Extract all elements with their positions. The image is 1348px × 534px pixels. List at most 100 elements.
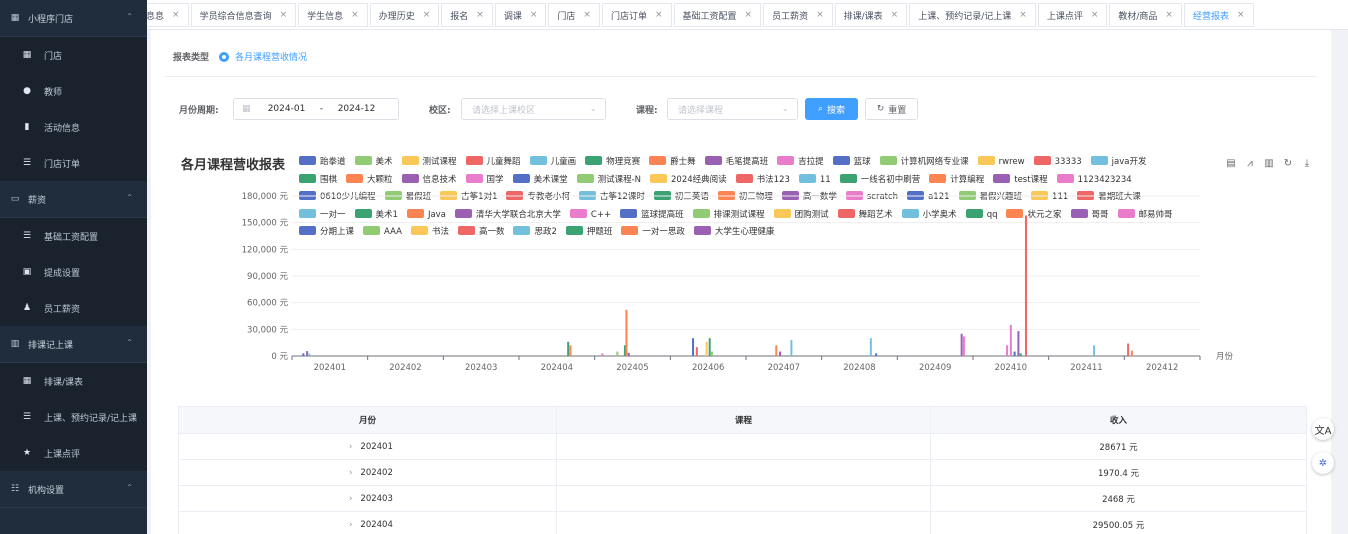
legend-item[interactable]: 儿童舞蹈 xyxy=(465,154,521,172)
month-cell[interactable]: › 202404 xyxy=(178,511,557,534)
sidebar-item-1[interactable]: ▦ 门店 xyxy=(0,37,147,73)
month-value: 202404 xyxy=(360,519,393,530)
close-icon[interactable]: × xyxy=(745,10,753,20)
close-icon[interactable]: × xyxy=(891,10,899,20)
close-icon[interactable]: × xyxy=(351,10,359,20)
legend-item[interactable]: java开发 xyxy=(1090,154,1146,172)
period-range-picker[interactable]: ▦ 2024-01 - 2024-12 xyxy=(233,98,399,120)
campus-select[interactable]: 请选择上课校区 ⌄ xyxy=(461,98,606,120)
month-cell[interactable]: › 202401 xyxy=(178,433,557,460)
chevron-right-icon[interactable]: › xyxy=(349,442,352,452)
course-cell xyxy=(556,459,931,486)
report-type-radio[interactable] xyxy=(219,51,230,62)
sidebar-group-9[interactable]: ▥ 排课记上课 ⌃ xyxy=(0,326,147,363)
tab-7[interactable]: 门店订单 × xyxy=(601,3,672,27)
sidebar-item-12[interactable]: ★ 上课点评 xyxy=(0,435,147,471)
download-icon[interactable]: ⤓ xyxy=(1301,157,1313,169)
period-start[interactable]: 2024-01 xyxy=(261,104,313,114)
tab-2[interactable]: 学生信息 × xyxy=(298,3,368,27)
legend-item[interactable]: 测试课程 xyxy=(401,154,457,172)
tab-5[interactable]: 调课 × xyxy=(494,3,547,27)
legend-item[interactable]: 毛笔提高班 xyxy=(704,154,768,172)
sidebar-item-8[interactable]: ♟ 员工薪资 xyxy=(0,290,147,326)
reset-button-label: 重置 xyxy=(888,105,907,116)
tab-label: 息息 xyxy=(147,11,165,22)
line-chart-icon[interactable]: ⩘ xyxy=(1244,157,1256,169)
search-button[interactable]: ⌕ 搜索 xyxy=(805,98,858,120)
legend-item[interactable]: 计算机网络专业课 xyxy=(879,154,969,172)
close-icon[interactable]: × xyxy=(280,10,288,20)
close-icon[interactable]: × xyxy=(655,10,663,20)
legend-item[interactable]: 跆拳道 xyxy=(299,154,346,172)
chevron-right-icon[interactable]: › xyxy=(349,494,352,504)
network-icon: ✲ xyxy=(1318,457,1328,469)
data-view-icon[interactable]: ▤ xyxy=(1225,157,1237,169)
tab-1[interactable]: 学员综合信息查询 × xyxy=(190,3,297,27)
period-end[interactable]: 2024-12 xyxy=(331,104,383,114)
reset-button[interactable]: ↻ 重置 xyxy=(865,98,918,120)
tab-11[interactable]: 上课、预约记录/记上课 × xyxy=(909,3,1036,27)
tab-9[interactable]: 员工薪资 × xyxy=(763,3,833,27)
tab-0[interactable]: 息息 × xyxy=(147,3,189,27)
sidebar-group-0[interactable]: ▦ 小程序门店 ⌃ xyxy=(0,0,147,37)
close-icon[interactable]: × xyxy=(1237,10,1245,20)
tab-label: 调课 xyxy=(503,11,522,22)
legend-item[interactable]: 吉拉提 xyxy=(777,154,824,172)
tab-label: 排课/课表 xyxy=(843,11,883,22)
table-row[interactable]: › 202404 29500.05 元 xyxy=(178,511,1307,534)
sidebar-item-3[interactable]: ▮ 活动信息 xyxy=(0,109,147,145)
calendar-icon: ▥ xyxy=(10,339,20,349)
month-cell[interactable]: › 202402 xyxy=(178,459,557,486)
legend-item[interactable]: rwrew xyxy=(977,154,1025,172)
sidebar-item-11[interactable]: ☰ 上课、预约记录/记上课 xyxy=(0,399,147,435)
legend-item[interactable]: 篮球 xyxy=(832,154,871,172)
tab-12[interactable]: 上课点评 × xyxy=(1037,3,1108,27)
legend-item[interactable]: 33333 xyxy=(1033,154,1082,172)
tab-4[interactable]: 报名 × xyxy=(441,3,493,27)
sidebar-item-2[interactable]: ● 教师 xyxy=(0,73,147,109)
search-button-label: 搜索 xyxy=(827,105,846,116)
sidebar-item-6[interactable]: ☰ 基础工资配置 xyxy=(0,218,147,254)
sidebar-item-4[interactable]: ☰ 门店订单 xyxy=(0,145,147,181)
month-cell[interactable]: › 202403 xyxy=(178,485,557,512)
course-select[interactable]: 请选择课程 ⌄ xyxy=(667,98,798,120)
legend-item[interactable]: 物理竞赛 xyxy=(585,154,640,172)
chevron-right-icon[interactable]: › xyxy=(349,520,352,530)
legend-item[interactable]: 爵士舞 xyxy=(649,154,696,172)
sidebar-item-10[interactable]: ▦ 排课/课表 xyxy=(0,363,147,399)
tab-8[interactable]: 基础工资配置 × xyxy=(673,3,762,27)
revenue-chart: 0 元 30,000 元 60,000 元 90,000 元 120,000 元 150,… xyxy=(242,192,1234,373)
close-icon[interactable]: × xyxy=(1165,10,1173,20)
close-icon[interactable]: × xyxy=(1091,10,1099,20)
legend-item[interactable]: 儿童画 xyxy=(529,154,576,172)
chart-bar xyxy=(567,341,570,356)
close-icon[interactable]: × xyxy=(172,10,180,20)
sidebar-item-7[interactable]: ▣ 提成设置 xyxy=(0,254,147,290)
report-type-option[interactable]: 各月课程营收情况 xyxy=(235,50,307,63)
tab-label: 经营报表 xyxy=(1192,11,1229,22)
table-row[interactable]: › 202402 1970.4 元 xyxy=(178,459,1307,486)
bar-chart-icon[interactable]: ▥ xyxy=(1263,157,1275,169)
close-icon[interactable]: × xyxy=(816,10,824,20)
tab-6[interactable]: 门店 × xyxy=(548,3,600,27)
close-icon[interactable]: × xyxy=(530,10,538,20)
tab-10[interactable]: 排课/课表 × xyxy=(834,3,908,27)
table-row[interactable]: › 202403 2468 元 xyxy=(178,485,1307,512)
chart-bar xyxy=(627,352,630,356)
tab-3[interactable]: 办理历史 × xyxy=(369,3,440,27)
sidebar-group-5[interactable]: ▭ 薪资 ⌃ xyxy=(0,181,147,218)
legend-item[interactable]: 美术 xyxy=(354,154,393,172)
network-button[interactable]: ✲ xyxy=(1312,452,1334,474)
x-tick-label: 202410 xyxy=(995,363,1027,373)
close-icon[interactable]: × xyxy=(423,10,431,20)
close-icon[interactable]: × xyxy=(476,10,484,20)
table-row[interactable]: › 202401 28671 元 xyxy=(178,433,1307,460)
close-icon[interactable]: × xyxy=(583,10,591,20)
tab-14[interactable]: 经营报表 × xyxy=(1183,3,1254,27)
tab-13[interactable]: 教材/商品 × xyxy=(1109,3,1182,27)
restore-icon[interactable]: ↻ xyxy=(1282,157,1294,169)
sidebar-group-13[interactable]: ☷ 机构设置 ⌃ xyxy=(0,471,147,508)
chevron-right-icon[interactable]: › xyxy=(349,468,352,478)
translate-button[interactable]: 文A xyxy=(1312,418,1334,440)
close-icon[interactable]: × xyxy=(1019,10,1027,20)
